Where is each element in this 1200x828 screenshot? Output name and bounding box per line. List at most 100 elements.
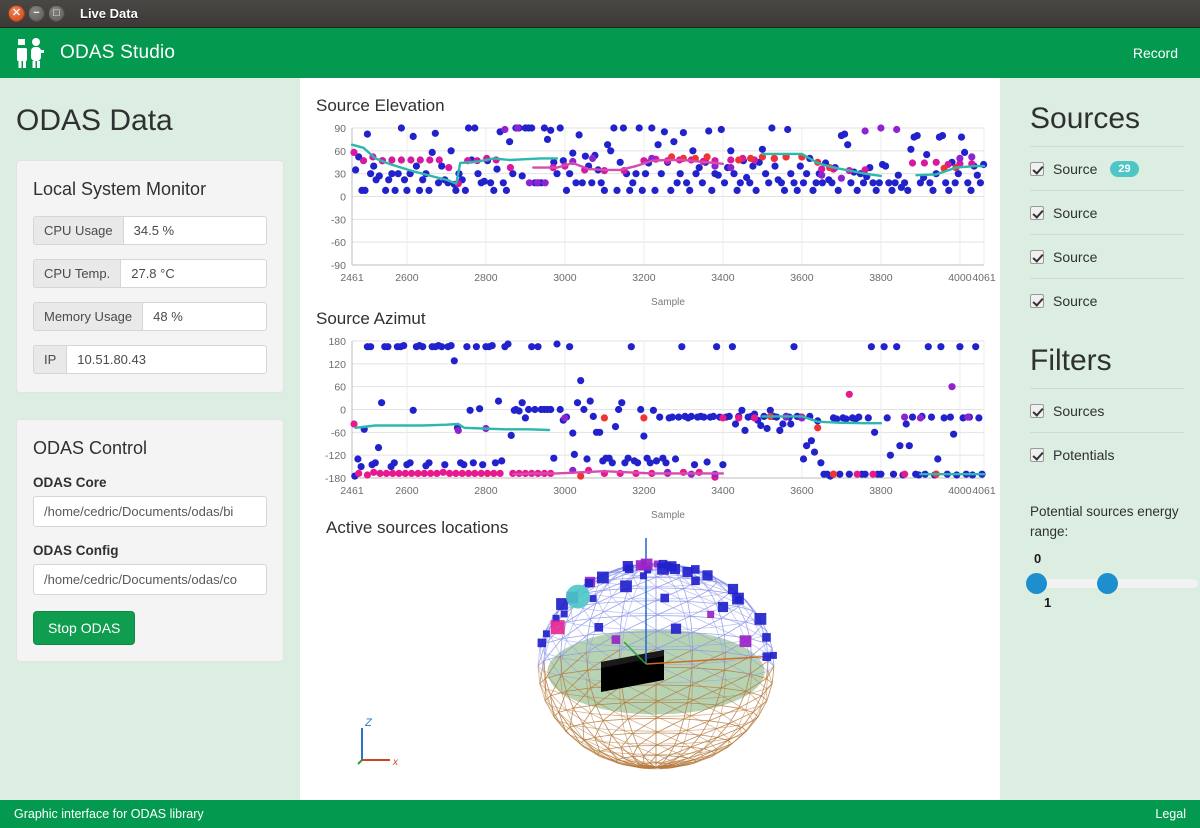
odas-core-input[interactable] [33,496,267,527]
odas-config-input[interactable] [33,564,267,595]
ip-value: 10.51.80.43 [66,345,267,374]
svg-text:2461: 2461 [340,272,364,284]
source-label-1: Source [1053,205,1097,221]
active-sources-title: Active sources locations [326,518,1000,538]
svg-text:3000: 3000 [553,485,577,497]
right-sidebar: Sources Source 29 Source Source Source F… [1000,78,1200,800]
cpu-usage-row: CPU Usage 34.5 % [33,216,267,245]
svg-text:-60: -60 [331,237,346,249]
memory-usage-value: 48 % [142,302,267,331]
app-header: ODAS Studio Record [0,28,1200,78]
active-sources-locations-panel: Active sources locations Zx [314,518,1000,800]
svg-text:4000: 4000 [948,272,972,284]
local-system-monitor-card: Local System Monitor CPU Usage 34.5 % CP… [16,160,284,393]
stop-odas-button[interactable]: Stop ODAS [33,611,135,645]
svg-text:3400: 3400 [711,485,735,497]
svg-text:x: x [392,757,399,768]
source-badge-0: 29 [1110,161,1138,177]
app-title: ODAS Studio [60,42,175,64]
record-button[interactable]: Record [1127,41,1184,65]
svg-text:4061: 4061 [972,485,996,497]
filter-item-sources[interactable]: Sources [1030,388,1184,432]
svg-text:2800: 2800 [474,272,498,284]
odas-config-label: ODAS Config [33,543,267,558]
svg-text:0: 0 [340,405,346,417]
svg-text:60: 60 [334,146,346,158]
source-elevation-plot[interactable]: 9060300-30-60-90246126002800300032003400… [316,116,996,311]
source-elevation-title: Source Elevation [316,96,996,116]
sphere-3d-view[interactable]: Zx [314,538,1000,800]
memory-usage-label: Memory Usage [33,302,142,331]
slider-max-label: 1 [1044,595,1051,610]
svg-text:-30: -30 [331,214,346,226]
slider-handle-max[interactable] [1097,573,1118,594]
window-titlebar: ✕ − □ Live Data [0,0,1200,28]
svg-text:3200: 3200 [632,485,656,497]
svg-text:90: 90 [334,123,346,135]
svg-text:3600: 3600 [790,272,814,284]
odas-control-card: ODAS Control ODAS Core ODAS Config Stop … [16,419,284,662]
filter-item-potentials[interactable]: Potentials [1030,432,1184,476]
svg-text:2600: 2600 [395,272,419,284]
slider-handle-min[interactable] [1026,573,1047,594]
minimize-icon[interactable]: − [28,5,45,22]
legal-link[interactable]: Legal [1155,807,1186,821]
cpu-temp-value: 27.8 °C [120,259,267,288]
slider-min-label: 0 [1034,551,1041,566]
source-azimut-plot[interactable]: 180120600-60-120-18024612600280030003200… [316,329,996,524]
svg-text:-180: -180 [325,473,346,485]
source-checkbox-2[interactable] [1030,250,1044,264]
svg-text:4000: 4000 [948,485,972,497]
svg-text:-90: -90 [331,260,346,272]
filter-checkbox-sources[interactable] [1030,404,1044,418]
svg-text:-60: -60 [331,427,346,439]
main-layout: ODAS Data Local System Monitor CPU Usage… [0,78,1200,800]
svg-text:2800: 2800 [474,485,498,497]
svg-text:30: 30 [334,169,346,181]
svg-text:3600: 3600 [790,485,814,497]
source-checkbox-3[interactable] [1030,294,1044,308]
ip-label: IP [33,345,66,374]
left-sidebar: ODAS Data Local System Monitor CPU Usage… [0,78,300,800]
cpu-temp-label: CPU Temp. [33,259,120,288]
cpu-temp-row: CPU Temp. 27.8 °C [33,259,267,288]
app-footer: Graphic interface for ODAS library Legal [0,800,1200,828]
source-item-2[interactable]: Source [1030,234,1184,278]
source-azimut-title: Source Azimut [316,309,996,329]
svg-text:3000: 3000 [553,272,577,284]
source-elevation-chart: Source Elevation 90 60 30 0 -30 -60 -902461 260… [316,96,996,311]
svg-text:0: 0 [340,192,346,204]
source-label-2: Source [1053,249,1097,265]
svg-text:120: 120 [328,359,346,371]
svg-text:180: 180 [328,336,346,348]
source-item-1[interactable]: Source [1030,190,1184,234]
svg-text:60: 60 [334,382,346,394]
charts-area: Source Elevation 90 60 30 0 -30 -60 -902461 260… [300,78,1000,800]
filter-checkbox-potentials[interactable] [1030,448,1044,462]
source-checkbox-0[interactable] [1030,162,1044,176]
control-title: ODAS Control [33,438,267,459]
svg-text:Z: Z [364,717,373,729]
source-azimut-chart: Source Azimut 180120600-60-120-180246126… [316,309,996,524]
source-label-0: Source [1053,161,1097,177]
close-icon[interactable]: ✕ [8,5,25,22]
maximize-icon[interactable]: □ [48,5,65,22]
page-title: ODAS Data [16,104,284,138]
monitor-title: Local System Monitor [33,179,267,200]
cpu-usage-label: CPU Usage [33,216,123,245]
odas-people-logo-icon [16,37,46,69]
source-item-3[interactable]: Source [1030,278,1184,322]
svg-text:-120: -120 [325,450,346,462]
svg-text:4061: 4061 [972,272,996,284]
filter-label-sources: Sources [1053,403,1104,419]
filters-heading: Filters [1030,344,1184,378]
svg-text:3200: 3200 [632,272,656,284]
source-label-3: Source [1053,293,1097,309]
footer-text: Graphic interface for ODAS library [14,807,204,821]
source-item-0[interactable]: Source 29 [1030,146,1184,190]
source-checkbox-1[interactable] [1030,206,1044,220]
energy-range-slider[interactable]: 0 1 [1030,549,1184,611]
sources-heading: Sources [1030,102,1184,136]
cpu-usage-value: 34.5 % [123,216,267,245]
svg-text:3800: 3800 [869,485,893,497]
